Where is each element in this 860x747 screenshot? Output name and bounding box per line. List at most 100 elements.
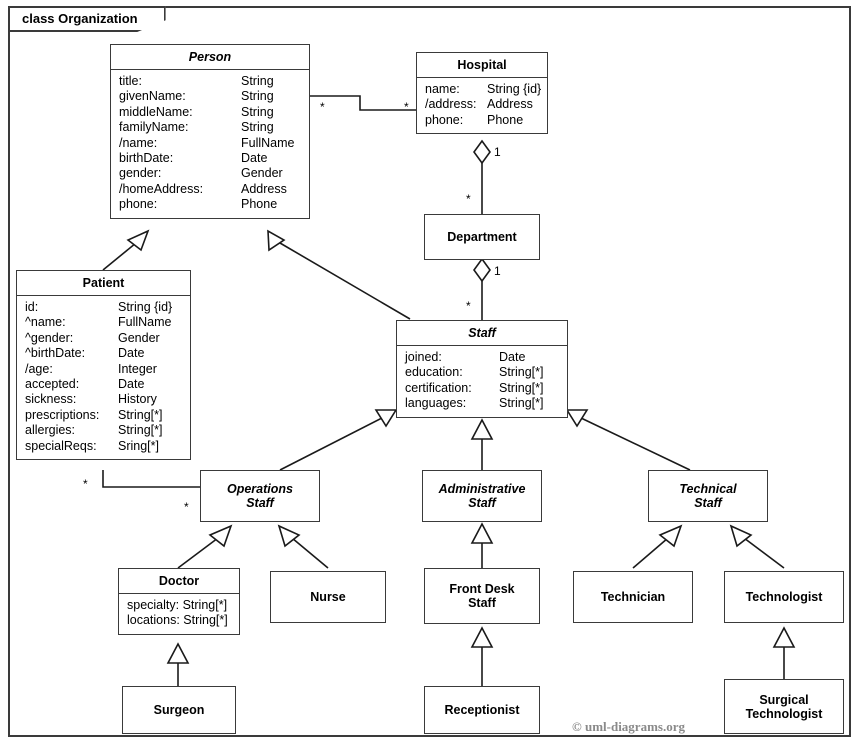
attribute-name: joined: (405, 350, 442, 364)
class-patient-attributes: id: String {id} ^name: FullName ^gender: Ge… (17, 296, 190, 459)
attribute-row: ^gender: Gender (17, 331, 190, 346)
attribute-type: String[*] (118, 407, 163, 422)
attribute-name: givenName: (119, 89, 186, 104)
multiplicity-patient-operations-source: * (83, 477, 88, 491)
class-department[interactable]: Department (424, 214, 540, 260)
attribute-type: Address (241, 181, 287, 196)
class-department-name: Department (447, 230, 517, 244)
attribute-name: education: (405, 365, 463, 380)
class-person-name: Person (111, 45, 309, 70)
attribute-name: specialReqs: (25, 438, 97, 453)
attribute-type: String (241, 120, 274, 135)
attribute-type: Integer (118, 361, 157, 376)
attribute-row: joined: Date (397, 350, 567, 365)
attribute-type: Phone (241, 197, 278, 212)
attribute-row: gender: Gender (111, 166, 309, 181)
attribute-type: String (241, 89, 274, 104)
attribute-type: Date (241, 151, 268, 166)
attribute-row: specialty: String[*] (119, 598, 239, 613)
class-technical-staff[interactable]: Technical Staff (648, 470, 768, 522)
attribute-name: prescriptions: (25, 407, 100, 422)
attribute-type: String[*] (499, 365, 544, 380)
attribute-row: phone: Phone (111, 197, 309, 212)
attribute-name: middleName: (119, 104, 193, 119)
attribute-row: accepted: Date (17, 377, 190, 392)
attribute-type: String[*] (118, 423, 163, 438)
class-hospital[interactable]: Hospital name: String {id} /address: Addre… (416, 52, 548, 135)
attribute-row: id: String {id} (17, 300, 190, 315)
class-staff-attributes: joined: Date education: String[*] certific… (397, 346, 567, 417)
attribute-row: allergies: String[*] (17, 423, 190, 438)
class-staff[interactable]: Staff joined: Date education: String[*] ce… (396, 320, 568, 418)
attribute-type: String (241, 74, 274, 88)
attribute-row: languages: String[*] (397, 396, 567, 411)
class-technologist[interactable]: Technologist (724, 571, 844, 623)
attribute-row: /address: Address (417, 97, 547, 112)
attribute-row: specialReqs: Sring[*] (17, 439, 190, 454)
attribute-name: languages: (405, 396, 467, 411)
attribute-name: allergies: (25, 423, 76, 438)
class-front-desk-staff-name: Front Desk Staff (449, 582, 515, 610)
attribute-name: accepted: (25, 377, 80, 392)
attribute-name: locations: String[*] (127, 613, 228, 628)
attribute-row: name: String {id} (417, 82, 547, 97)
attribute-name: /homeAddress: (119, 181, 204, 196)
class-front-desk-staff[interactable]: Front Desk Staff (424, 568, 540, 624)
attribute-row: phone: Phone (417, 113, 547, 128)
attribute-row: familyName: String (111, 120, 309, 135)
attribute-row: birthDate: Date (111, 151, 309, 166)
class-nurse-name: Nurse (310, 590, 346, 604)
multiplicity-hospital-department-one: 1 (494, 145, 501, 159)
class-person[interactable]: Person title: String givenName: String mid… (110, 44, 310, 219)
attribute-name: sickness: (25, 392, 77, 407)
class-operations-staff[interactable]: Operations Staff (200, 470, 320, 522)
class-staff-name: Staff (397, 321, 567, 346)
multiplicity-department-staff-many: * (466, 299, 471, 313)
class-administrative-staff-name: Administrative Staff (438, 482, 526, 510)
attribute-name: gender: (119, 166, 162, 181)
diagram-frame-label: class Organization (8, 6, 166, 32)
attribute-row: ^birthDate: Date (17, 346, 190, 361)
class-surgeon[interactable]: Surgeon (122, 686, 236, 734)
class-doctor[interactable]: Doctor specialty: String[*] locations: S… (118, 568, 240, 635)
class-surgical-technologist[interactable]: Surgical Technologist (724, 679, 844, 734)
class-doctor-attributes: specialty: String[*] locations: String[*… (119, 594, 239, 634)
class-person-attributes: title: String givenName: String middleName… (111, 70, 309, 218)
attribute-row: /age: Integer (17, 362, 190, 377)
class-patient-name: Patient (17, 271, 190, 296)
attribute-type: String (241, 104, 274, 119)
attribute-name: ^name: (25, 315, 66, 330)
multiplicity-department-staff-one: 1 (494, 264, 501, 278)
attribute-name: /address: (425, 97, 477, 112)
attribute-name: /name: (119, 135, 158, 150)
multiplicity-hospital-department-many: * (466, 192, 471, 206)
class-receptionist-name: Receptionist (444, 703, 520, 717)
attribute-type: String[*] (499, 396, 544, 411)
attribute-row: sickness: History (17, 392, 190, 407)
attribute-type: Date (118, 377, 145, 392)
attribute-type: Phone (487, 112, 524, 127)
attribute-name: ^birthDate: (25, 346, 86, 361)
attribute-name: birthDate: (119, 151, 174, 166)
class-doctor-name: Doctor (119, 569, 239, 594)
class-patient[interactable]: Patient id: String {id} ^name: FullName ^g… (16, 270, 191, 461)
attribute-row: givenName: String (111, 89, 309, 104)
attribute-row: /name: FullName (111, 136, 309, 151)
attribute-name: certification: (405, 380, 472, 395)
class-administrative-staff[interactable]: Administrative Staff (422, 470, 542, 522)
attribute-type: Address (487, 97, 533, 112)
class-technician[interactable]: Technician (573, 571, 693, 623)
attribute-name: specialty: String[*] (127, 598, 228, 612)
class-nurse[interactable]: Nurse (270, 571, 386, 623)
attribute-row: title: String (111, 74, 309, 89)
attribute-name: id: (25, 300, 39, 314)
attribute-row: locations: String[*] (119, 613, 239, 628)
attribute-type: FullName (241, 135, 295, 150)
attribute-type: String[*] (499, 380, 544, 395)
attribute-row: /homeAddress: Address (111, 182, 309, 197)
attribute-type: FullName (118, 315, 172, 330)
class-hospital-name: Hospital (417, 53, 547, 78)
class-surgical-technologist-name: Surgical Technologist (745, 692, 823, 721)
attribute-name: phone: (425, 112, 464, 127)
class-receptionist[interactable]: Receptionist (424, 686, 540, 734)
